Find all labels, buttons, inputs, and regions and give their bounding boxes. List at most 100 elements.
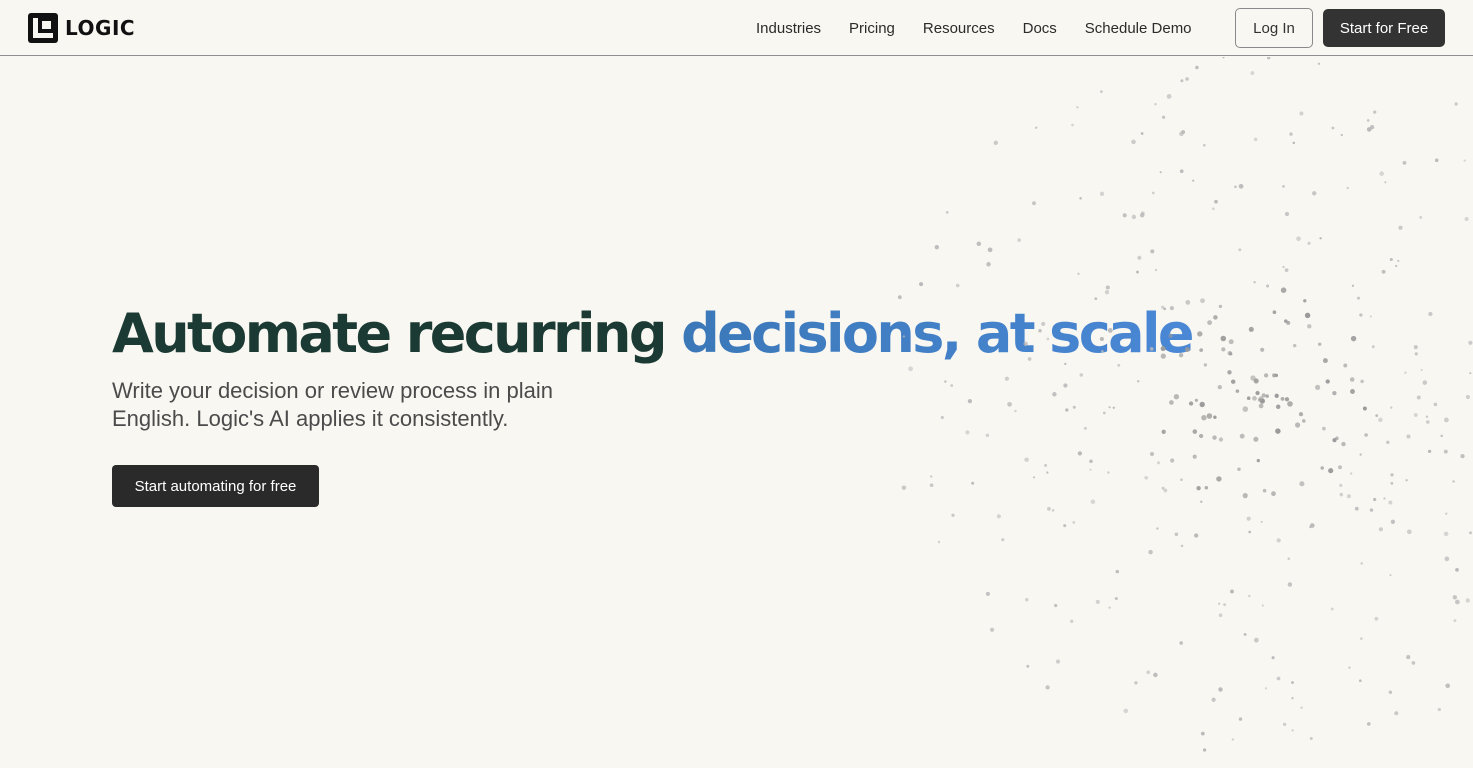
particle-dot bbox=[1360, 637, 1363, 640]
particle-dot bbox=[1223, 603, 1227, 607]
particle-dot bbox=[1465, 598, 1470, 603]
particle-dot bbox=[1038, 328, 1042, 333]
particle-dot bbox=[1014, 409, 1017, 413]
particle-dot bbox=[1388, 500, 1393, 505]
particle-dot bbox=[1427, 449, 1432, 454]
particle-dot bbox=[1295, 422, 1301, 428]
particle-dot bbox=[944, 380, 947, 383]
particle-dot bbox=[1131, 214, 1137, 220]
particle-dot bbox=[1351, 284, 1355, 287]
particle-dot bbox=[1443, 449, 1448, 454]
particle-dot bbox=[1218, 602, 1221, 605]
particle-dot bbox=[1362, 406, 1367, 411]
particle-dot bbox=[1063, 383, 1068, 388]
particle-dot bbox=[1201, 415, 1207, 421]
particle-dot bbox=[1299, 111, 1304, 116]
particle-dot bbox=[1252, 396, 1257, 401]
particle-dot bbox=[1261, 393, 1266, 398]
particle-dot bbox=[1144, 475, 1149, 480]
particle-dot bbox=[1202, 143, 1206, 147]
particle-dot bbox=[1289, 132, 1293, 136]
particle-dot bbox=[1115, 569, 1120, 574]
particle-dot bbox=[1246, 396, 1251, 401]
particle-dot bbox=[1161, 429, 1166, 434]
particle-dot bbox=[1072, 405, 1076, 409]
particle-dot bbox=[1309, 523, 1315, 528]
particle-dot bbox=[1291, 729, 1294, 732]
particle-dot bbox=[1419, 215, 1423, 219]
particle-dot bbox=[987, 247, 993, 253]
particle-dot bbox=[1366, 722, 1371, 726]
nav-pricing[interactable]: Pricing bbox=[849, 20, 895, 37]
particle-dot bbox=[1089, 459, 1093, 464]
particle-dot bbox=[1359, 453, 1362, 456]
particle-dot bbox=[1356, 296, 1361, 300]
login-button[interactable]: Log In bbox=[1235, 8, 1313, 48]
particle-dot bbox=[1317, 342, 1322, 346]
particle-dot bbox=[1460, 453, 1465, 459]
particle-dot bbox=[1242, 492, 1248, 499]
particle-dot bbox=[1315, 384, 1321, 390]
particle-dot bbox=[1148, 549, 1153, 555]
particle-decoration bbox=[897, 57, 1473, 752]
particle-dot bbox=[1280, 397, 1285, 401]
particle-dot bbox=[1242, 406, 1249, 412]
particle-dot bbox=[1307, 241, 1311, 245]
particle-dot bbox=[1339, 492, 1344, 497]
nav-resources[interactable]: Resources bbox=[923, 20, 995, 37]
start-free-button[interactable]: Start for Free bbox=[1323, 9, 1445, 47]
particle-dot bbox=[1343, 363, 1348, 368]
particle-dot bbox=[1200, 500, 1203, 503]
particle-dot bbox=[1444, 556, 1450, 562]
particle-dot bbox=[1174, 532, 1179, 537]
particle-dot bbox=[1406, 434, 1411, 439]
particle-dot bbox=[1378, 417, 1383, 423]
particle-dot bbox=[1136, 270, 1139, 274]
particle-dot bbox=[930, 475, 933, 478]
particle-dot bbox=[1046, 471, 1049, 474]
particle-dot bbox=[937, 540, 941, 544]
particle-dot bbox=[1239, 433, 1245, 439]
particle-dot bbox=[1395, 264, 1398, 268]
particle-dot bbox=[1123, 708, 1129, 714]
particle-dot bbox=[1184, 347, 1190, 353]
particle-dot bbox=[1185, 300, 1191, 305]
start-automating-button[interactable]: Start automating for free bbox=[112, 465, 319, 507]
particle-dot bbox=[1378, 527, 1384, 532]
particle-dot bbox=[1032, 476, 1036, 479]
particle-dot bbox=[1292, 343, 1297, 348]
nav-docs[interactable]: Docs bbox=[1023, 20, 1057, 37]
particle-dot bbox=[1179, 641, 1184, 645]
particle-dot bbox=[1258, 403, 1264, 409]
particle-dot bbox=[1307, 324, 1312, 329]
particle-dot bbox=[1180, 478, 1183, 482]
particle-dot bbox=[1220, 335, 1227, 342]
particle-dot bbox=[1200, 298, 1205, 304]
particle-dot bbox=[1107, 471, 1110, 474]
particle-dot bbox=[1207, 320, 1213, 326]
particle-dot bbox=[1197, 331, 1203, 337]
particle-dot bbox=[1117, 363, 1121, 367]
particle-dot bbox=[1218, 687, 1223, 692]
particle-dot bbox=[934, 245, 939, 250]
particle-dot bbox=[1350, 472, 1353, 475]
particle-dot bbox=[985, 433, 990, 438]
particle-dot bbox=[1359, 313, 1363, 317]
particle-dot bbox=[1433, 402, 1438, 407]
particle-dot bbox=[1095, 599, 1100, 604]
particle-dot bbox=[1243, 632, 1247, 636]
particle-dot bbox=[1001, 538, 1005, 542]
particle-dot bbox=[1373, 497, 1377, 502]
particle-dot bbox=[1445, 683, 1451, 689]
nav-industries[interactable]: Industries bbox=[756, 20, 821, 37]
particle-dot bbox=[1173, 394, 1180, 400]
particle-dot bbox=[1227, 370, 1232, 375]
particle-dot bbox=[1282, 722, 1287, 727]
particle-dot bbox=[1188, 401, 1194, 406]
particle-dot bbox=[1262, 488, 1267, 493]
particle-dot bbox=[1237, 467, 1241, 472]
particle-dot bbox=[940, 415, 944, 420]
particle-dot bbox=[1079, 197, 1082, 200]
logo[interactable]: LOGIC bbox=[28, 13, 135, 43]
nav-schedule-demo[interactable]: Schedule Demo bbox=[1085, 20, 1192, 37]
